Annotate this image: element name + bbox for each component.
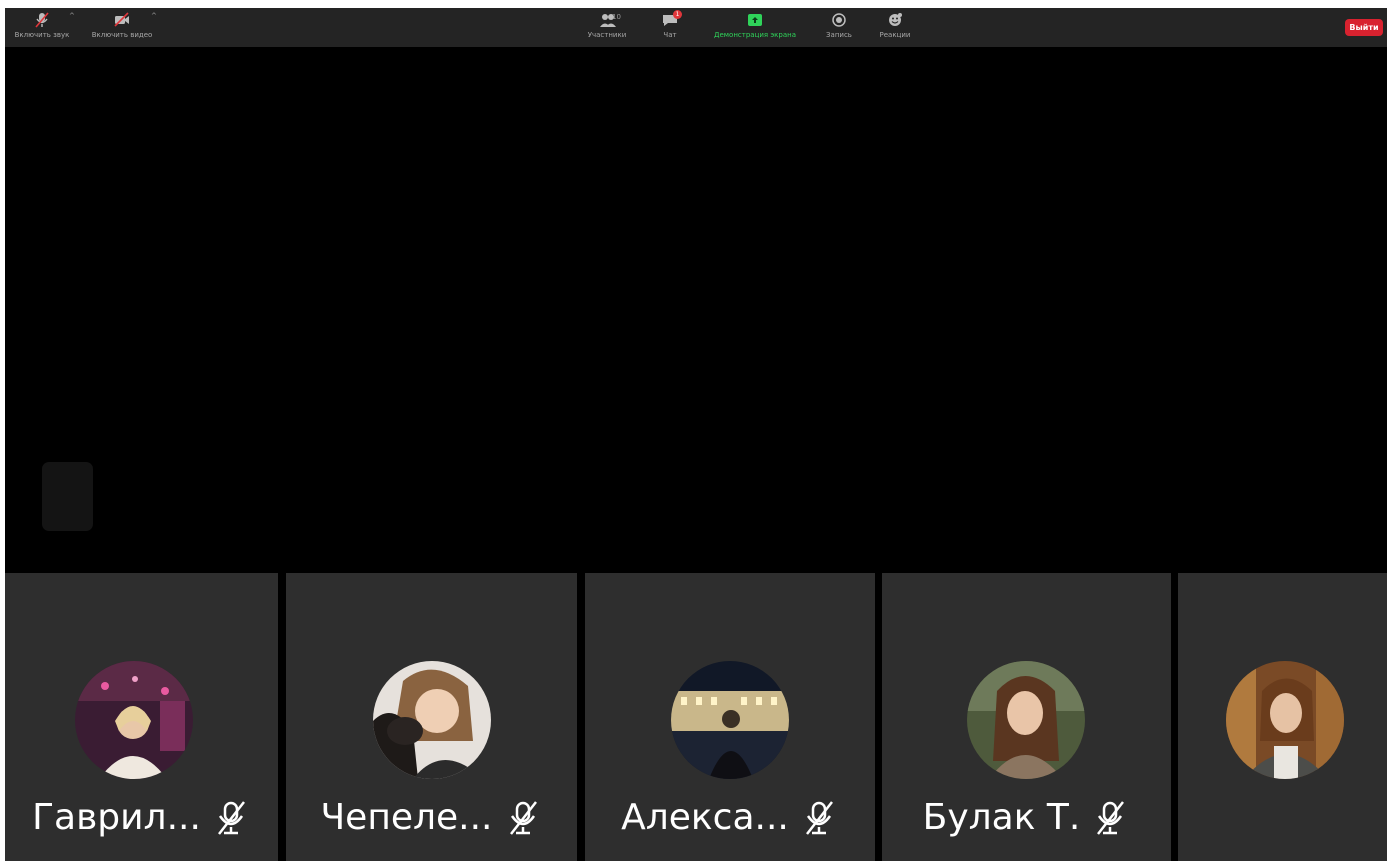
- start-video-button[interactable]: Включить видео: [83, 11, 161, 45]
- share-screen-icon: [748, 14, 762, 26]
- start-video-label: Включить видео: [91, 31, 153, 39]
- video-camera-off-icon: [114, 12, 129, 27]
- microphone-muted-icon: [799, 798, 839, 838]
- participant-tile[interactable]: Булак Т.: [882, 573, 1171, 861]
- participant-name-row: Булак Т.: [882, 798, 1171, 838]
- unmute-label: Включить звук: [14, 31, 70, 39]
- share-screen-button[interactable]: Демонстрация экрана: [705, 11, 805, 45]
- participant-photo-icon: [671, 661, 789, 779]
- record-button[interactable]: Запись: [821, 11, 857, 45]
- microphone-muted-icon: [211, 798, 251, 838]
- participant-name-row: Чепеле...: [286, 798, 577, 838]
- participants-button[interactable]: 10 Участники: [583, 11, 631, 45]
- participant-tile[interactable]: Алекса...: [585, 573, 875, 861]
- participant-photo-icon: [1226, 661, 1344, 779]
- participant-avatar: [373, 661, 491, 779]
- participant-avatar: [671, 661, 789, 779]
- participant-name-row: Гаврил...: [5, 798, 278, 838]
- video-options-chevron-icon[interactable]: ^: [151, 12, 157, 20]
- participant-photo-icon: [75, 661, 193, 779]
- participant-avatar: [1226, 661, 1344, 779]
- participant-avatar: [967, 661, 1085, 779]
- zoom-meeting-window: Включить звук ^ Включить видео ^ 10 Учас…: [5, 8, 1387, 861]
- audio-options-chevron-icon[interactable]: ^: [69, 12, 75, 20]
- microphone-muted-icon: [503, 798, 543, 838]
- participant-name-row: Алекса...: [585, 798, 875, 838]
- unmute-button[interactable]: Включить звук: [5, 11, 79, 45]
- reactions-smiley-icon: [889, 13, 902, 26]
- leave-meeting-button[interactable]: Выйти: [1345, 19, 1383, 36]
- participant-avatar: [75, 661, 193, 779]
- reactions-button[interactable]: Реакции: [875, 11, 915, 45]
- meeting-toolbar: Включить звук ^ Включить видео ^ 10 Учас…: [5, 8, 1387, 47]
- microphone-muted-icon: [1090, 798, 1130, 838]
- chat-label: Чат: [663, 31, 677, 39]
- participant-name: Булак Т.: [922, 797, 1081, 838]
- microphone-muted-icon: [35, 12, 49, 28]
- reactions-label: Реакции: [879, 31, 911, 39]
- participant-photo-icon: [967, 661, 1085, 779]
- self-view-thumbnail[interactable]: [42, 462, 93, 531]
- participant-tile[interactable]: Чепеле...: [286, 573, 577, 861]
- record-label: Запись: [826, 31, 852, 39]
- participant-name: Алекса...: [621, 797, 789, 838]
- participant-gallery-strip: Гаврил... Чепеле... Алекса... Булак Т.: [5, 569, 1387, 861]
- participant-photo-icon: [373, 661, 491, 779]
- participants-count: 10: [612, 13, 621, 21]
- participant-tile[interactable]: Гаврил...: [5, 573, 278, 861]
- participant-name: Гаврил...: [32, 797, 201, 838]
- record-icon: [832, 13, 846, 27]
- participant-tile[interactable]: [1178, 573, 1387, 861]
- participants-label: Участники: [587, 31, 627, 39]
- share-screen-label: Демонстрация экрана: [714, 31, 796, 39]
- chat-button[interactable]: 1 Чат: [655, 10, 685, 45]
- participant-name: Чепеле...: [320, 797, 493, 838]
- active-speaker-video[interactable]: [5, 47, 1387, 569]
- chat-unread-badge: 1: [673, 10, 682, 19]
